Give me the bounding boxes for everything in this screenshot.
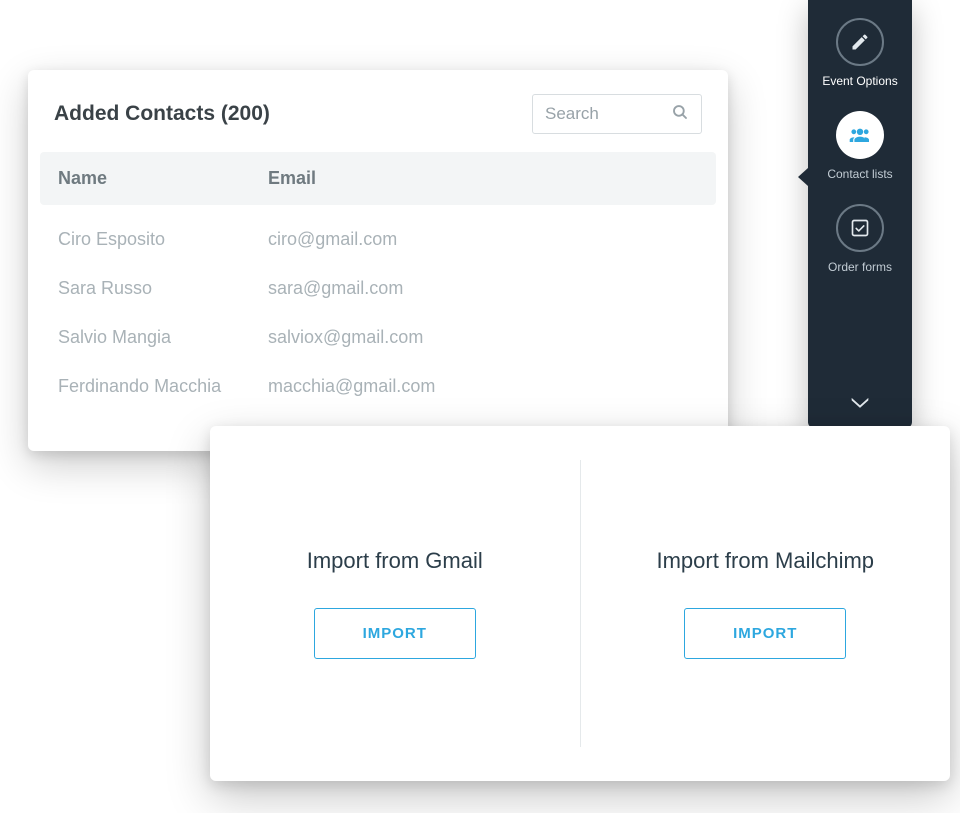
- cell-email: ciro@gmail.com: [268, 229, 698, 250]
- import-option-mailchimp: Import from Mailchimp IMPORT: [581, 426, 951, 781]
- table-row[interactable]: Ferdinando Macchia macchia@gmail.com: [58, 362, 698, 411]
- sidebar-item-event-options[interactable]: Event Options: [822, 18, 897, 89]
- column-header-email: Email: [268, 168, 698, 189]
- search-input[interactable]: [545, 104, 671, 124]
- sidebar-item-label: Contact lists: [827, 167, 892, 182]
- options-sidebar: Event Options Contact lists Order forms: [808, 0, 912, 428]
- sidebar-item-label: Event Options: [822, 74, 897, 89]
- contacts-header: Added Contacts (200): [28, 70, 728, 152]
- table-row[interactable]: Salvio Mangia salviox@gmail.com: [58, 313, 698, 362]
- import-card: Import from Gmail IMPORT Import from Mai…: [210, 426, 950, 781]
- chevron-down-icon[interactable]: [850, 395, 870, 414]
- cell-name: Ciro Esposito: [58, 229, 268, 250]
- import-title: Import from Mailchimp: [656, 548, 874, 574]
- column-header-name: Name: [58, 168, 268, 189]
- table-row[interactable]: Ciro Esposito ciro@gmail.com: [58, 215, 698, 264]
- pencil-icon: [836, 18, 884, 66]
- search-box[interactable]: [532, 94, 702, 134]
- cell-email: salviox@gmail.com: [268, 327, 698, 348]
- import-button-mailchimp[interactable]: IMPORT: [684, 608, 846, 659]
- import-title: Import from Gmail: [307, 548, 483, 574]
- sidebar-item-label: Order forms: [828, 260, 892, 275]
- sidebar-item-order-forms[interactable]: Order forms: [828, 204, 892, 275]
- cell-name: Salvio Mangia: [58, 327, 268, 348]
- cell-name: Sara Russo: [58, 278, 268, 299]
- contacts-title: Added Contacts (200): [54, 102, 270, 126]
- import-button-gmail[interactable]: IMPORT: [314, 608, 476, 659]
- table-header-row: Name Email: [40, 152, 716, 205]
- table-body: Ciro Esposito ciro@gmail.com Sara Russo …: [40, 205, 716, 411]
- users-icon: [836, 111, 884, 159]
- sidebar-active-pointer: [798, 168, 808, 186]
- cell-email: macchia@gmail.com: [268, 376, 698, 397]
- contacts-card: Added Contacts (200) Name Email Ciro Esp…: [28, 70, 728, 451]
- sidebar-item-contact-lists[interactable]: Contact lists: [827, 111, 892, 182]
- table-row[interactable]: Sara Russo sara@gmail.com: [58, 264, 698, 313]
- import-option-gmail: Import from Gmail IMPORT: [210, 426, 580, 781]
- cell-email: sara@gmail.com: [268, 278, 698, 299]
- checkbox-icon: [836, 204, 884, 252]
- search-icon[interactable]: [671, 103, 689, 126]
- contacts-table: Name Email Ciro Esposito ciro@gmail.com …: [28, 152, 728, 411]
- cell-name: Ferdinando Macchia: [58, 376, 268, 397]
